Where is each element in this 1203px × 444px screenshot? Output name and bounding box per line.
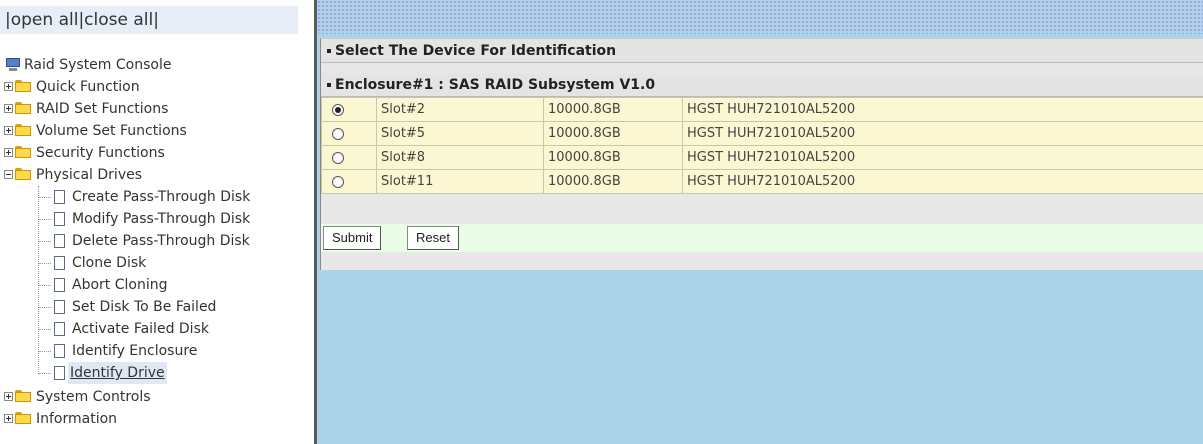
- tree-item-clone-disk[interactable]: Clone Disk: [0, 252, 148, 274]
- capacity-cell: 10000.8GB: [543, 169, 683, 194]
- table-row[interactable]: Slot#5 10000.8GB HGST HUH721010AL5200: [321, 121, 1203, 146]
- tree-item-identify-drive[interactable]: Identify Drive: [0, 362, 167, 384]
- tree-item-label: Volume Set Functions: [36, 123, 187, 139]
- identify-drive-form: Select The Device For Identification Enc…: [320, 38, 1203, 270]
- tree-item-information[interactable]: Information: [0, 408, 119, 430]
- capacity-cell: 10000.8GB: [543, 97, 683, 122]
- tree-item-create-pass-through-disk[interactable]: Create Pass-Through Disk: [0, 186, 252, 208]
- drive-radio[interactable]: [332, 103, 344, 116]
- tree-item-label: Abort Cloning: [72, 277, 168, 293]
- page-icon: [54, 344, 65, 358]
- close-all-link[interactable]: close all: [84, 10, 153, 30]
- expand-icon[interactable]: [4, 148, 13, 157]
- tree-item-raid-set-functions[interactable]: RAID Set Functions: [0, 98, 170, 120]
- expand-icon[interactable]: [4, 392, 13, 401]
- tree-item-label: Quick Function: [36, 79, 140, 95]
- tree-item-label: Identify Enclosure: [72, 343, 198, 359]
- table-row[interactable]: Slot#11 10000.8GB HGST HUH721010AL5200: [321, 169, 1203, 194]
- model-cell: HGST HUH721010AL5200: [682, 169, 1203, 194]
- tree-item-label: RAID Set Functions: [36, 101, 169, 117]
- expand-icon[interactable]: [4, 414, 13, 423]
- tree-item-label: System Controls: [36, 389, 151, 405]
- collapse-icon[interactable]: [4, 170, 13, 179]
- slot-cell: Slot#5: [376, 121, 544, 146]
- page-icon: [54, 256, 65, 270]
- page-icon: [54, 190, 65, 204]
- drive-table: Slot#2 10000.8GB HGST HUH721010AL5200 Sl…: [321, 97, 1203, 194]
- model-cell: HGST HUH721010AL5200: [682, 121, 1203, 146]
- slot-cell: Slot#2: [376, 97, 544, 122]
- tree-item-security-functions[interactable]: Security Functions: [0, 142, 167, 164]
- drive-radio[interactable]: [332, 127, 344, 140]
- folder-icon: [15, 390, 32, 403]
- tree-item-label: Physical Drives: [36, 167, 143, 183]
- tree-item-activate-failed-disk[interactable]: Activate Failed Disk: [0, 318, 211, 340]
- bullet-icon: [327, 83, 331, 87]
- page-icon: [54, 212, 65, 226]
- tree-item-system-controls[interactable]: System Controls: [0, 386, 153, 408]
- tree-item-label: Create Pass-Through Disk: [72, 189, 251, 205]
- bullet-icon: [327, 49, 331, 53]
- tree-item-quick-function[interactable]: Quick Function: [0, 76, 142, 98]
- tree-item-label: Delete Pass-Through Disk: [72, 233, 250, 249]
- folder-icon: [15, 124, 32, 137]
- folder-icon: [15, 412, 32, 425]
- tree-item-label: Modify Pass-Through Disk: [72, 211, 251, 227]
- table-row[interactable]: Slot#2 10000.8GB HGST HUH721010AL5200: [321, 97, 1203, 122]
- page-icon: [54, 234, 65, 248]
- page-icon: [54, 278, 65, 292]
- slot-cell: Slot#11: [376, 169, 544, 194]
- tree-root[interactable]: Raid System Console: [0, 54, 173, 76]
- page-icon: [54, 366, 65, 380]
- tree-item-label: Information: [36, 411, 118, 427]
- model-cell: HGST HUH721010AL5200: [682, 145, 1203, 170]
- expand-icon[interactable]: [4, 82, 13, 91]
- page-icon: [54, 300, 65, 314]
- tree-root-label: Raid System Console: [24, 57, 172, 73]
- tree-item-volume-set-functions[interactable]: Volume Set Functions: [0, 120, 189, 142]
- tree-item-abort-cloning[interactable]: Abort Cloning: [0, 274, 169, 296]
- enclosure-header: Enclosure#1 : SAS RAID Subsystem V1.0: [321, 73, 1203, 97]
- capacity-cell: 10000.8GB: [543, 121, 683, 146]
- section-title: Select The Device For Identification: [335, 43, 617, 59]
- drive-radio[interactable]: [332, 175, 344, 188]
- tree-item-delete-pass-through-disk[interactable]: Delete Pass-Through Disk: [0, 230, 252, 252]
- folder-icon: [15, 80, 32, 93]
- tree-item-label: Security Functions: [36, 145, 165, 161]
- open-folder-icon: [15, 168, 32, 181]
- folder-icon: [15, 146, 32, 159]
- tree-item-label: Activate Failed Disk: [72, 321, 209, 337]
- navigation-panel: |open all|close all| Raid System Console…: [0, 0, 314, 444]
- console-icon: [6, 58, 20, 72]
- page-icon: [54, 322, 65, 336]
- tree-item-set-disk-to-be-failed[interactable]: Set Disk To Be Failed: [0, 296, 218, 318]
- main-content: Select The Device For Identification Enc…: [317, 34, 1203, 444]
- top-banner: [317, 0, 1203, 34]
- tree-item-modify-pass-through-disk[interactable]: Modify Pass-Through Disk: [0, 208, 252, 230]
- section-header: Select The Device For Identification: [321, 39, 1203, 63]
- model-cell: HGST HUH721010AL5200: [682, 97, 1203, 122]
- open-all-link[interactable]: open all: [11, 10, 79, 30]
- folder-icon: [15, 102, 32, 115]
- tree-item-identify-enclosure[interactable]: Identify Enclosure: [0, 340, 199, 362]
- expand-icon[interactable]: [4, 126, 13, 135]
- expand-icon[interactable]: [4, 104, 13, 113]
- tree-item-label: Set Disk To Be Failed: [72, 299, 217, 315]
- enclosure-title: Enclosure#1 : SAS RAID Subsystem V1.0: [335, 77, 656, 93]
- submit-button[interactable]: Submit: [323, 226, 382, 250]
- reset-button[interactable]: Reset: [407, 226, 459, 250]
- tree-toggle-bar: |open all|close all|: [0, 6, 298, 34]
- table-row[interactable]: Slot#8 10000.8GB HGST HUH721010AL5200: [321, 145, 1203, 170]
- button-row: Submit Reset: [321, 224, 1203, 252]
- tree-item-physical-drives[interactable]: Physical Drives: [0, 164, 144, 186]
- capacity-cell: 10000.8GB: [543, 145, 683, 170]
- tree-item-label: Identify Drive: [68, 362, 167, 384]
- drive-radio[interactable]: [332, 151, 344, 164]
- slot-cell: Slot#8: [376, 145, 544, 170]
- tree-item-label: Clone Disk: [72, 255, 147, 271]
